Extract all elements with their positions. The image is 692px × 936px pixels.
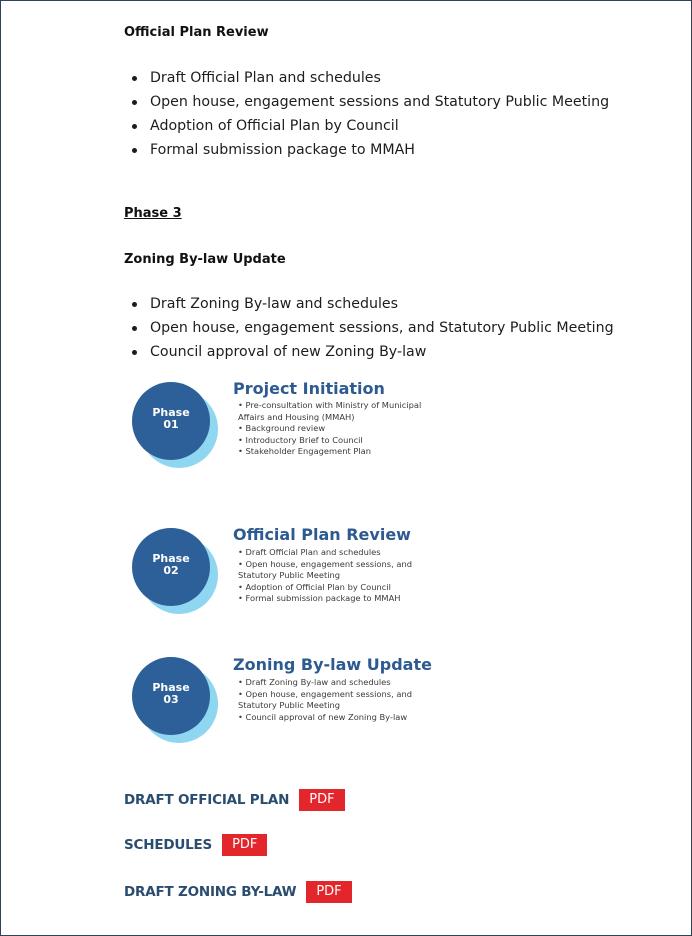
bullet-icon — [132, 76, 137, 81]
phase-03-title: Zoning By-law Update — [233, 655, 432, 674]
phase-item: Affairs and Housing (MMAH) — [238, 411, 355, 422]
list-item: Open house, engagement sessions, and Sta… — [124, 316, 614, 340]
phase-item: • Open house, engagement sessions, and — [238, 558, 412, 569]
list-item: Council approval of new Zoning By-law — [124, 340, 614, 364]
phase-item: • Council approval of new Zoning By-law — [238, 711, 408, 722]
download-row-draft-official-plan: DRAFT OFFICIAL PLAN PDF — [124, 789, 345, 811]
draft-official-plan-pdf-button[interactable]: PDF — [299, 789, 345, 811]
phase-number: 02 — [163, 564, 179, 577]
phase-3-heading: Phase 3 — [124, 206, 182, 221]
phase-number: 01 — [163, 418, 179, 431]
phase-item: • Background review — [238, 423, 326, 433]
zoning-bylaw-list: Draft Zoning By-law and schedules Open h… — [124, 292, 614, 364]
draft-zoning-bylaw-pdf-button[interactable]: PDF — [306, 881, 352, 903]
bullet-icon — [132, 148, 137, 153]
official-plan-review-heading: Official Plan Review — [124, 25, 269, 40]
schedules-pdf-button[interactable]: PDF — [222, 834, 268, 856]
draft-official-plan-link[interactable]: DRAFT OFFICIAL PLAN — [124, 792, 289, 808]
list-item: Draft Official Plan and schedules — [124, 66, 609, 90]
phase-01-disk: Phase 01 — [132, 382, 224, 474]
schedules-link[interactable]: SCHEDULES — [124, 837, 212, 853]
phase-03-items: • Draft Zoning By-law and schedules • Op… — [238, 677, 412, 723]
phase-item: • Open house, engagement sessions, and — [238, 688, 412, 699]
phase-item: • Stakeholder Engagement Plan — [238, 446, 372, 456]
bullet-icon — [132, 326, 137, 331]
bullet-icon — [132, 100, 137, 105]
phase-01-items: • Pre-consultation with Ministry of Muni… — [238, 400, 421, 458]
list-item: Formal submission package to MMAH — [124, 138, 609, 162]
draft-zoning-bylaw-link[interactable]: DRAFT ZONING BY-LAW — [124, 884, 297, 900]
phases-infographic: Phase 01 Project Initiation • Pre-consul… — [128, 377, 500, 755]
list-item: Open house, engagement sessions and Stat… — [124, 90, 609, 114]
phase-01-title: Project Initiation — [233, 379, 385, 398]
phase-item: Statutory Public Meeting — [238, 570, 341, 580]
bullet-icon — [132, 124, 137, 129]
download-row-schedules: SCHEDULES PDF — [124, 834, 268, 856]
list-item: Adoption of Official Plan by Council — [124, 114, 609, 138]
bullet-icon — [132, 350, 137, 355]
phase-item: • Formal submission package to MMAH — [238, 593, 401, 603]
list-item: Draft Zoning By-law and schedules — [124, 292, 614, 316]
phase-item: • Pre-consultation with Ministry of Muni… — [238, 400, 422, 410]
phase-item: • Draft Zoning By-law and schedules — [238, 677, 391, 687]
phase-03-disk: Phase 03 — [132, 657, 224, 749]
phase-02-title: Official Plan Review — [233, 525, 411, 544]
phase-item: • Adoption of Official Plan by Council — [238, 581, 391, 592]
bullet-icon — [132, 302, 137, 307]
phase-item: • Draft Official Plan and schedules — [238, 547, 381, 557]
official-plan-review-list: Draft Official Plan and schedules Open h… — [124, 66, 609, 162]
download-row-draft-zoning-bylaw: DRAFT ZONING BY-LAW PDF — [124, 881, 352, 903]
phase-item: Statutory Public Meeting — [238, 700, 341, 710]
phase-02-items: • Draft Official Plan and schedules • Op… — [238, 547, 412, 605]
phase-number: 03 — [163, 693, 179, 706]
zoning-bylaw-update-heading: Zoning By-law Update — [124, 252, 286, 267]
phase-item: • Introductory Brief to Council — [238, 434, 363, 445]
phase-02-disk: Phase 02 — [132, 528, 224, 620]
